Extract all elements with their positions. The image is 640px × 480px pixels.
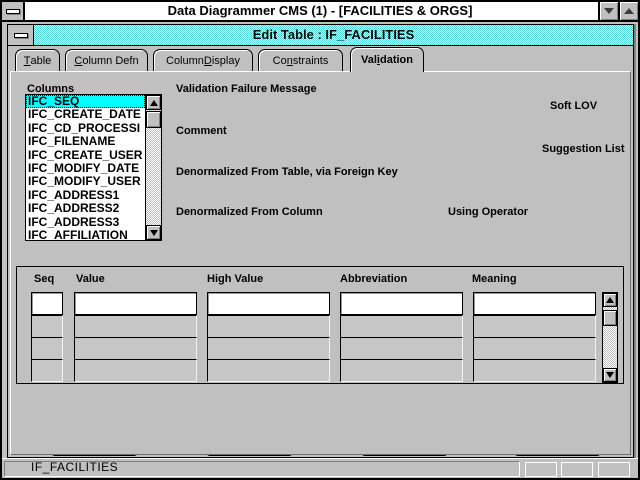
grid-cell-value <box>74 337 197 360</box>
grid-header-abbreviation: Abbreviation <box>340 273 407 285</box>
tab-validation[interactable]: Validation <box>350 47 424 72</box>
status-cell-1 <box>525 462 557 477</box>
grid-cell-meaning[interactable] <box>473 292 596 315</box>
minimize-button[interactable] <box>598 2 618 20</box>
soft-lov-label: Soft LOV <box>550 100 597 112</box>
grid-cell-abbreviation <box>340 337 463 360</box>
grid-scroll-down-button[interactable] <box>603 368 617 382</box>
grid-header-seq: Seq <box>34 273 54 285</box>
list-item[interactable]: IFC_ADDRESS1 <box>26 189 145 202</box>
dialog-system-menu-button[interactable] <box>8 25 34 45</box>
grid-scrollbar[interactable] <box>602 292 618 383</box>
list-item[interactable]: IFC_MODIFY_DATE <box>26 162 145 175</box>
grid-cell-value <box>74 315 197 338</box>
grid-cell-high-value <box>207 359 330 382</box>
maximize-icon <box>624 8 634 14</box>
columns-list-items: IFC_SEQ IFC_CREATE_DATE IFC_CD_PROCESSI … <box>26 95 145 240</box>
window-titlebar: Data Diagrammer CMS (1) - [FACILITIES & … <box>2 2 638 22</box>
grid-cell-seq <box>31 359 63 382</box>
denormalized-from-column-label: Denormalized From Column <box>176 206 323 218</box>
comment-label: Comment <box>176 125 227 137</box>
dialog-system-menu-icon <box>14 33 28 38</box>
grid-cell-meaning <box>473 315 596 338</box>
scroll-down-button[interactable] <box>146 225 161 240</box>
grid-cell-seq <box>31 315 63 338</box>
system-menu-button[interactable] <box>2 2 25 20</box>
tab-table[interactable]: Table <box>15 49 60 71</box>
suggestion-list-label: Suggestion List <box>542 143 625 155</box>
validation-failure-message-label: Validation Failure Message <box>176 83 317 95</box>
list-item[interactable]: IFC_CREATE_DATE <box>26 108 145 121</box>
status-text: IF_FACILITIES <box>5 461 519 474</box>
grid-cell-high-value <box>207 315 330 338</box>
grid-cell-high-value[interactable] <box>207 292 330 315</box>
list-item[interactable]: IFC_CD_PROCESSI <box>26 122 145 135</box>
dialog-title: Edit Table : IF_FACILITIES <box>34 25 633 45</box>
grid-cell-value <box>74 359 197 382</box>
grid-header-meaning: Meaning <box>472 273 517 285</box>
grid-cell-abbreviation <box>340 315 463 338</box>
tab-column-defn[interactable]: Column Defn <box>65 49 148 71</box>
grid-cell-abbreviation[interactable] <box>340 292 463 315</box>
scroll-up-button[interactable] <box>146 95 161 110</box>
scroll-down-icon <box>606 372 614 378</box>
grid-cell-meaning <box>473 337 596 360</box>
edit-table-dialog: Edit Table : IF_FACILITIES Table Column … <box>7 24 634 458</box>
scroll-up-icon <box>606 297 614 303</box>
window-title: Data Diagrammer CMS (1) - [FACILITIES & … <box>2 2 638 20</box>
grid-header-high-value: High Value <box>207 273 263 285</box>
grid-cell-abbreviation <box>340 359 463 382</box>
columns-scrollbar[interactable] <box>145 95 161 240</box>
grid-cell-seq[interactable] <box>31 292 63 315</box>
list-item[interactable]: IFC_MODIFY_USER <box>26 175 145 188</box>
list-item[interactable]: IFC_CREATE_USER <box>26 149 145 162</box>
scroll-up-icon <box>150 100 158 106</box>
column-values-groupbox: Seq Value High Value Abbreviation Meanin… <box>16 266 624 384</box>
scroll-down-icon <box>150 230 158 236</box>
maximize-button[interactable] <box>618 2 638 20</box>
list-item[interactable]: IFC_FILENAME <box>26 135 145 148</box>
list-item[interactable]: IFC_ADDRESS3 <box>26 216 145 229</box>
scroll-thumb[interactable] <box>146 111 161 128</box>
dialog-titlebar: Edit Table : IF_FACILITIES <box>8 25 633 46</box>
tab-constraints[interactable]: Constraints <box>258 49 343 71</box>
list-item[interactable]: IFC_ADDRESS2 <box>26 202 145 215</box>
grid-scroll-thumb[interactable] <box>603 310 617 326</box>
list-item[interactable]: IFC_AFFILIATION <box>26 229 145 240</box>
grid-header-value: Value <box>76 273 105 285</box>
grid-cell-high-value <box>207 337 330 360</box>
main-window: Data Diagrammer CMS (1) - [FACILITIES & … <box>0 0 640 480</box>
status-bar: IF_FACILITIES <box>2 458 638 478</box>
columns-listbox[interactable]: IFC_SEQ IFC_CREATE_DATE IFC_CD_PROCESSI … <box>25 94 162 241</box>
status-cell-2 <box>561 462 593 477</box>
grid-cell-value[interactable] <box>74 292 197 315</box>
using-operator-label: Using Operator <box>448 206 528 218</box>
status-cell-3 <box>598 462 630 477</box>
grid-scroll-up-button[interactable] <box>603 293 617 307</box>
grid-cell-meaning <box>473 359 596 382</box>
minimize-icon <box>604 8 614 14</box>
tab-column-display[interactable]: Column Display <box>153 49 253 71</box>
window-buttons <box>598 2 638 20</box>
grid-cell-seq <box>31 337 63 360</box>
system-menu-icon <box>6 9 20 14</box>
denormalized-from-table-label: Denormalized From Table, via Foreign Key <box>176 166 398 178</box>
status-message-panel: IF_FACILITIES <box>4 461 520 477</box>
list-item-selected[interactable]: IFC_SEQ <box>26 95 145 108</box>
